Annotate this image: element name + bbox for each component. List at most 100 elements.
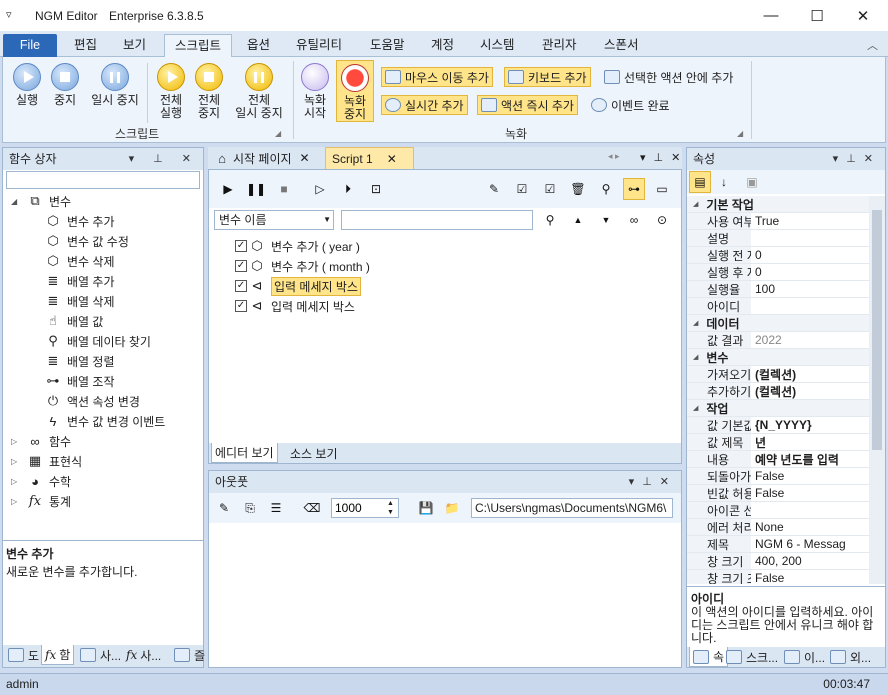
tab-system[interactable]: 시스템 (470, 34, 525, 57)
tree-node-expressions[interactable]: ▷ ▦ 표현식 (11, 451, 82, 471)
close-tab-icon[interactable]: ✕ (300, 151, 310, 165)
scrollbar-thumb[interactable] (872, 210, 882, 450)
line-checkbox[interactable]: ✓ (235, 260, 247, 272)
line-checkbox[interactable]: ✓ (235, 300, 247, 312)
step-icon[interactable]: ▷ (309, 178, 331, 200)
property-value[interactable]: None (751, 519, 869, 535)
property-row[interactable]: 값 제목 년 (687, 434, 869, 451)
run-selected-icon[interactable]: ⊡ (365, 178, 387, 200)
property-row[interactable]: 실행 후 지0 (687, 264, 869, 281)
script-line[interactable]: ✓ ⬡ 변수 추가 ( month ) (235, 256, 370, 276)
property-pages-icon[interactable]: ▣ (741, 171, 763, 193)
find-icon[interactable]: ⚲ (595, 178, 617, 200)
close-tab-icon[interactable]: ✕ (387, 152, 397, 166)
property-category[interactable]: ◢ 기본 작업 (687, 196, 869, 213)
property-row[interactable]: 빈값 허용 False (687, 485, 869, 502)
tab-edit[interactable]: 편집 (64, 34, 107, 57)
tab-help[interactable]: 도움말 (360, 34, 415, 57)
property-value[interactable]: False (751, 485, 869, 501)
eraser-icon[interactable]: ⌫ (301, 497, 323, 519)
pause-button[interactable]: 일시 중지 (87, 63, 143, 107)
tab-file[interactable]: File (3, 34, 57, 57)
property-row[interactable]: 제목 NGM 6 - Messag (687, 536, 869, 553)
filter-field-select[interactable]: 변수 이름 ▼ (214, 210, 334, 230)
collapse-arrow-icon[interactable]: ◢ (693, 404, 698, 412)
script-line[interactable]: ✓ ⬡ 변수 추가 ( year ) (235, 236, 360, 256)
expand-arrow-icon[interactable]: ▷ (11, 437, 21, 446)
expand-arrow-icon[interactable]: ▷ (11, 477, 21, 486)
line-checkbox[interactable]: ✓ (235, 280, 247, 292)
tab-toolbox[interactable]: 도 (5, 645, 42, 665)
property-grid-scrollbar[interactable] (869, 196, 885, 584)
property-row[interactable]: 사용 여부 True (687, 213, 869, 230)
tab-options[interactable]: 옵션 (237, 34, 280, 57)
run-button[interactable]: 실행 (9, 63, 45, 107)
event-done-button[interactable]: 이벤트 완료 (588, 95, 673, 115)
tab-source-view[interactable]: 소스 보기 (287, 443, 341, 463)
tab-image[interactable]: 이... (781, 647, 828, 667)
property-value[interactable]: 0 (751, 264, 869, 280)
tree-item[interactable]: ≣ 배열 추가 (45, 271, 115, 291)
tab-account[interactable]: 계정 (421, 34, 464, 57)
tab-sponsor[interactable]: 스폰서 (594, 34, 649, 57)
clear-log-icon[interactable]: ✎ (213, 497, 235, 519)
property-row[interactable]: 아이디 (687, 298, 869, 315)
property-row[interactable]: 되돌아가기False (687, 468, 869, 485)
script-group-launcher-icon[interactable]: ◢ (275, 129, 281, 138)
move-up-icon[interactable]: ▲ (567, 209, 589, 231)
tab-admin[interactable]: 관리자 (532, 34, 587, 57)
record-stop-button[interactable]: 녹화 중지 (336, 60, 374, 122)
property-category[interactable]: ◢ 변수 (687, 349, 869, 366)
pause-script-icon[interactable]: ❚❚ (245, 178, 267, 200)
property-row[interactable]: 창 크기 400, 200 (687, 553, 869, 570)
scroll-tabs-icon[interactable]: ◂ ▸ (608, 151, 620, 162)
property-row[interactable]: 실행 전 지0 (687, 247, 869, 264)
tab-user1[interactable]: 사... (77, 645, 124, 665)
tree-item[interactable]: ≣ 배열 정렬 (45, 351, 115, 371)
property-value[interactable]: NGM 6 - Messag (751, 536, 869, 552)
script-line[interactable]: ✓ ⊲ 입력 메세지 박스 (235, 296, 355, 316)
property-value[interactable] (751, 298, 869, 314)
edit-icon[interactable]: ✎ (483, 178, 505, 200)
ribbon-collapse-icon[interactable]: ︿ (867, 37, 878, 53)
tab-start-page[interactable]: ⌂ 시작 페이지 ✕ (208, 147, 316, 169)
run-to-icon[interactable]: ⏵ (337, 178, 359, 200)
tree-item[interactable]: ⚲ 배열 데이타 찾기 (45, 331, 151, 351)
tree-item[interactable]: ☝ 배열 값 (45, 311, 103, 331)
sort-alpha-icon[interactable]: ↓ (713, 171, 735, 193)
stop-button[interactable]: 중지 (47, 63, 83, 107)
tab-script[interactable]: 스크립트 (164, 34, 233, 58)
property-category[interactable]: ◢ 작업 (687, 400, 869, 417)
search-icon[interactable]: ⚲ (539, 209, 561, 231)
property-row[interactable]: 값 결과 2022 (687, 332, 869, 349)
save-icon[interactable]: 💾 (415, 497, 437, 519)
property-value[interactable]: (컬렉션) (751, 383, 869, 399)
categorized-icon[interactable]: ▤ (689, 171, 711, 193)
more-icon[interactable]: ⊙ (651, 209, 673, 231)
property-row[interactable]: 실행율 100 (687, 281, 869, 298)
property-row[interactable]: 창 크기 조False (687, 570, 869, 584)
tab-script-1[interactable]: Script 1 ✕ (325, 147, 414, 169)
property-row[interactable]: 값 기본값 {N_YYYY} (687, 417, 869, 434)
tree-node-statistics[interactable]: ▷ fx 통계 (11, 491, 71, 511)
tree-view-icon[interactable]: ⊶ (623, 178, 645, 200)
record-start-button[interactable]: 녹화 시작 (297, 63, 333, 120)
count-spinner-icon[interactable]: ▲ ▼ (387, 499, 394, 517)
property-value[interactable]: 예약 년도를 입력 (751, 451, 869, 467)
property-value[interactable]: (컬렉션) (751, 366, 869, 382)
property-value[interactable]: 2022 (751, 332, 869, 348)
property-row[interactable]: 설명 (687, 230, 869, 247)
maximize-button[interactable]: ☐ (794, 0, 840, 31)
collapse-arrow-icon[interactable]: ◢ (693, 319, 698, 327)
expand-arrow-icon[interactable]: ▷ (11, 457, 21, 466)
check-icon[interactable]: ☑ (539, 178, 561, 200)
add-action-now-button[interactable]: 액션 즉시 추가 (477, 95, 578, 115)
tree-item[interactable]: ϟ 변수 값 변경 이벤트 (45, 411, 166, 431)
script-line-selected[interactable]: ✓ ⊲ 입력 메세지 박스 (235, 276, 361, 296)
add-realtime-button[interactable]: 실시간 추가 (381, 95, 468, 115)
property-value[interactable]: False (751, 468, 869, 484)
line-checkbox[interactable]: ✓ (235, 240, 247, 252)
tab-favorites[interactable]: 즐 (171, 645, 208, 665)
loop-icon[interactable]: ∞ (623, 209, 645, 231)
property-row[interactable]: 추가하기 (컬렉션) (687, 383, 869, 400)
